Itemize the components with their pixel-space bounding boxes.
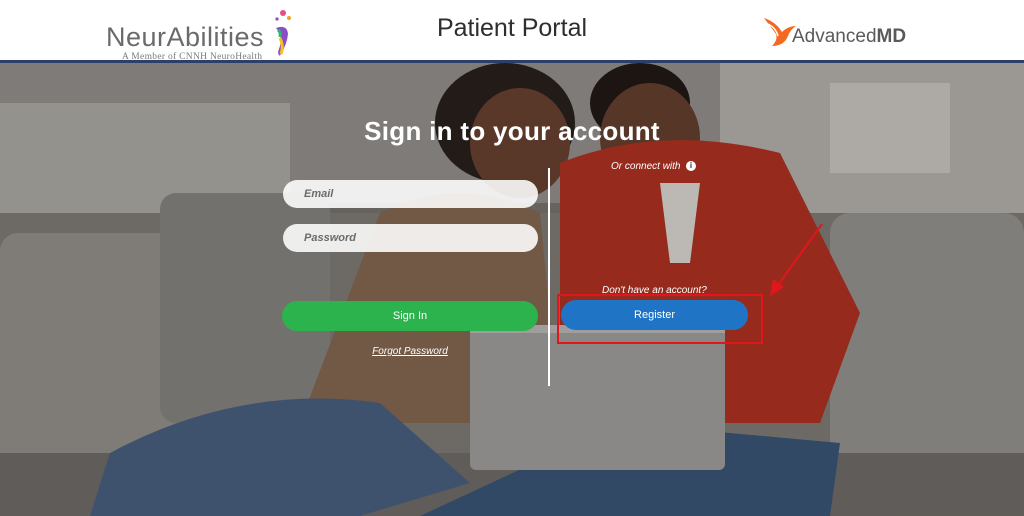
password-field[interactable] — [283, 224, 538, 252]
info-icon[interactable]: i — [686, 161, 696, 171]
connect-with-label: Or connect with — [611, 161, 681, 172]
advancedmd-logo[interactable]: AdvancedMD — [760, 14, 930, 54]
signin-button[interactable]: Sign In — [282, 301, 538, 331]
advancedmd-wordmark: AdvancedMD — [792, 26, 907, 47]
brand-subtitle: A Member of CNNH NeuroHealth — [122, 52, 263, 62]
forgot-password-link[interactable]: Forgot Password — [283, 346, 537, 357]
email-field[interactable] — [283, 180, 538, 208]
divider — [548, 168, 550, 386]
register-highlight-box — [557, 294, 763, 344]
signin-heading: Sign in to your account — [364, 116, 660, 146]
site-header: NeurAbilities A Member of CNNH NeuroHeal… — [0, 0, 1024, 63]
